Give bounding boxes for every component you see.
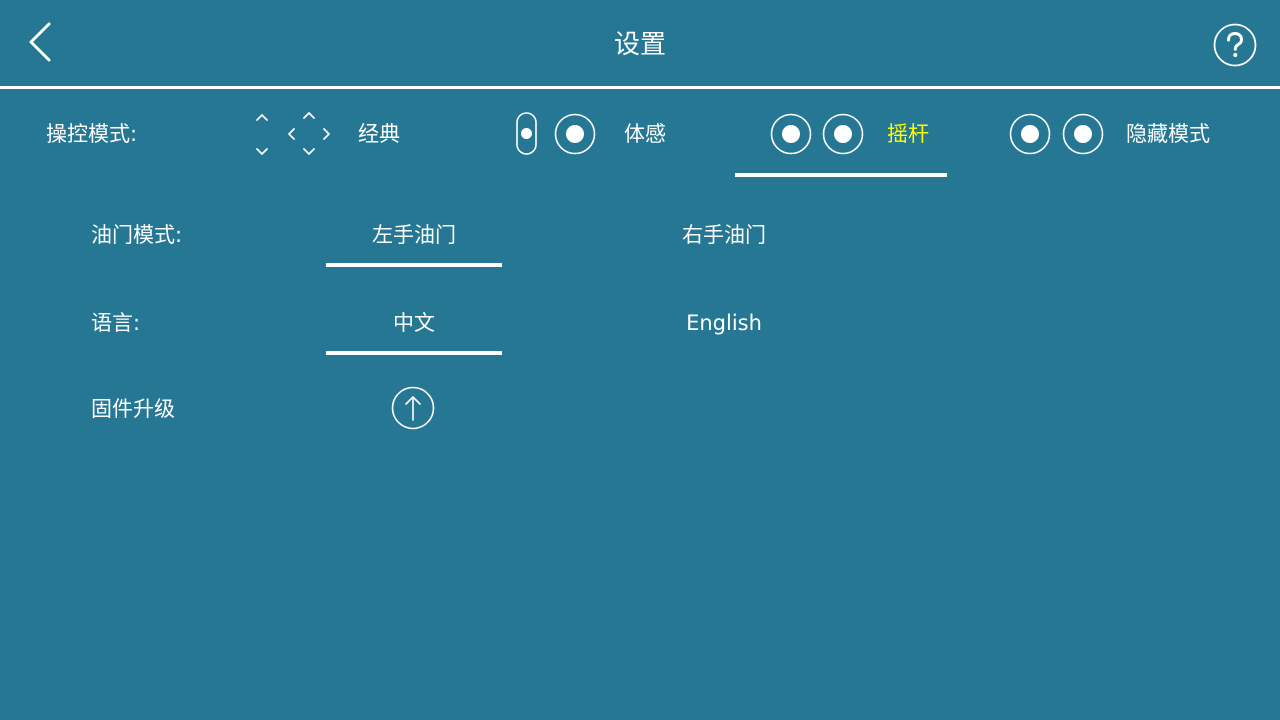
throttle-left-option[interactable]: 左手油门: [326, 221, 502, 249]
firmware-upgrade-label: 固件升级: [91, 397, 175, 421]
dual-joystick-icon: [770, 113, 864, 155]
control-mode-classic-label: 经典: [358, 122, 400, 146]
control-mode-selected-indicator: [735, 173, 947, 177]
dpad-arrows-icon: [256, 112, 330, 155]
language-chinese-option[interactable]: 中文: [326, 309, 502, 337]
throttle-mode-label: 油门模式:: [91, 223, 183, 247]
question-circle-icon: [1213, 23, 1257, 67]
language-english-option[interactable]: English: [636, 309, 812, 337]
upload-arrow-icon: [391, 386, 435, 430]
control-mode-label: 操控模式:: [46, 122, 138, 146]
control-mode-hidden-label: 隐藏模式: [1126, 122, 1210, 146]
control-mode-gravity[interactable]: 体感: [514, 110, 684, 160]
language-selected-indicator: [326, 351, 502, 355]
hidden-joystick-icon: [1009, 113, 1104, 155]
control-mode-hidden[interactable]: 隐藏模式: [1007, 112, 1227, 160]
help-button[interactable]: [1213, 23, 1257, 67]
control-mode-classic[interactable]: 经典: [250, 106, 420, 162]
page-title: 设置: [613, 30, 666, 60]
header-divider: [0, 86, 1280, 89]
control-mode-joystick-label: 摇杆: [887, 122, 929, 146]
firmware-upgrade-button[interactable]: [391, 386, 435, 430]
throttle-right-option[interactable]: 右手油门: [636, 221, 812, 249]
throttle-selected-indicator: [326, 263, 502, 267]
control-mode-gravity-label: 体感: [624, 122, 666, 146]
control-mode-joystick[interactable]: 摇杆: [768, 112, 948, 160]
gravity-sensor-icon: [516, 112, 596, 155]
language-label: 语言:: [91, 311, 141, 335]
header-bar: 设置: [0, 0, 1280, 86]
